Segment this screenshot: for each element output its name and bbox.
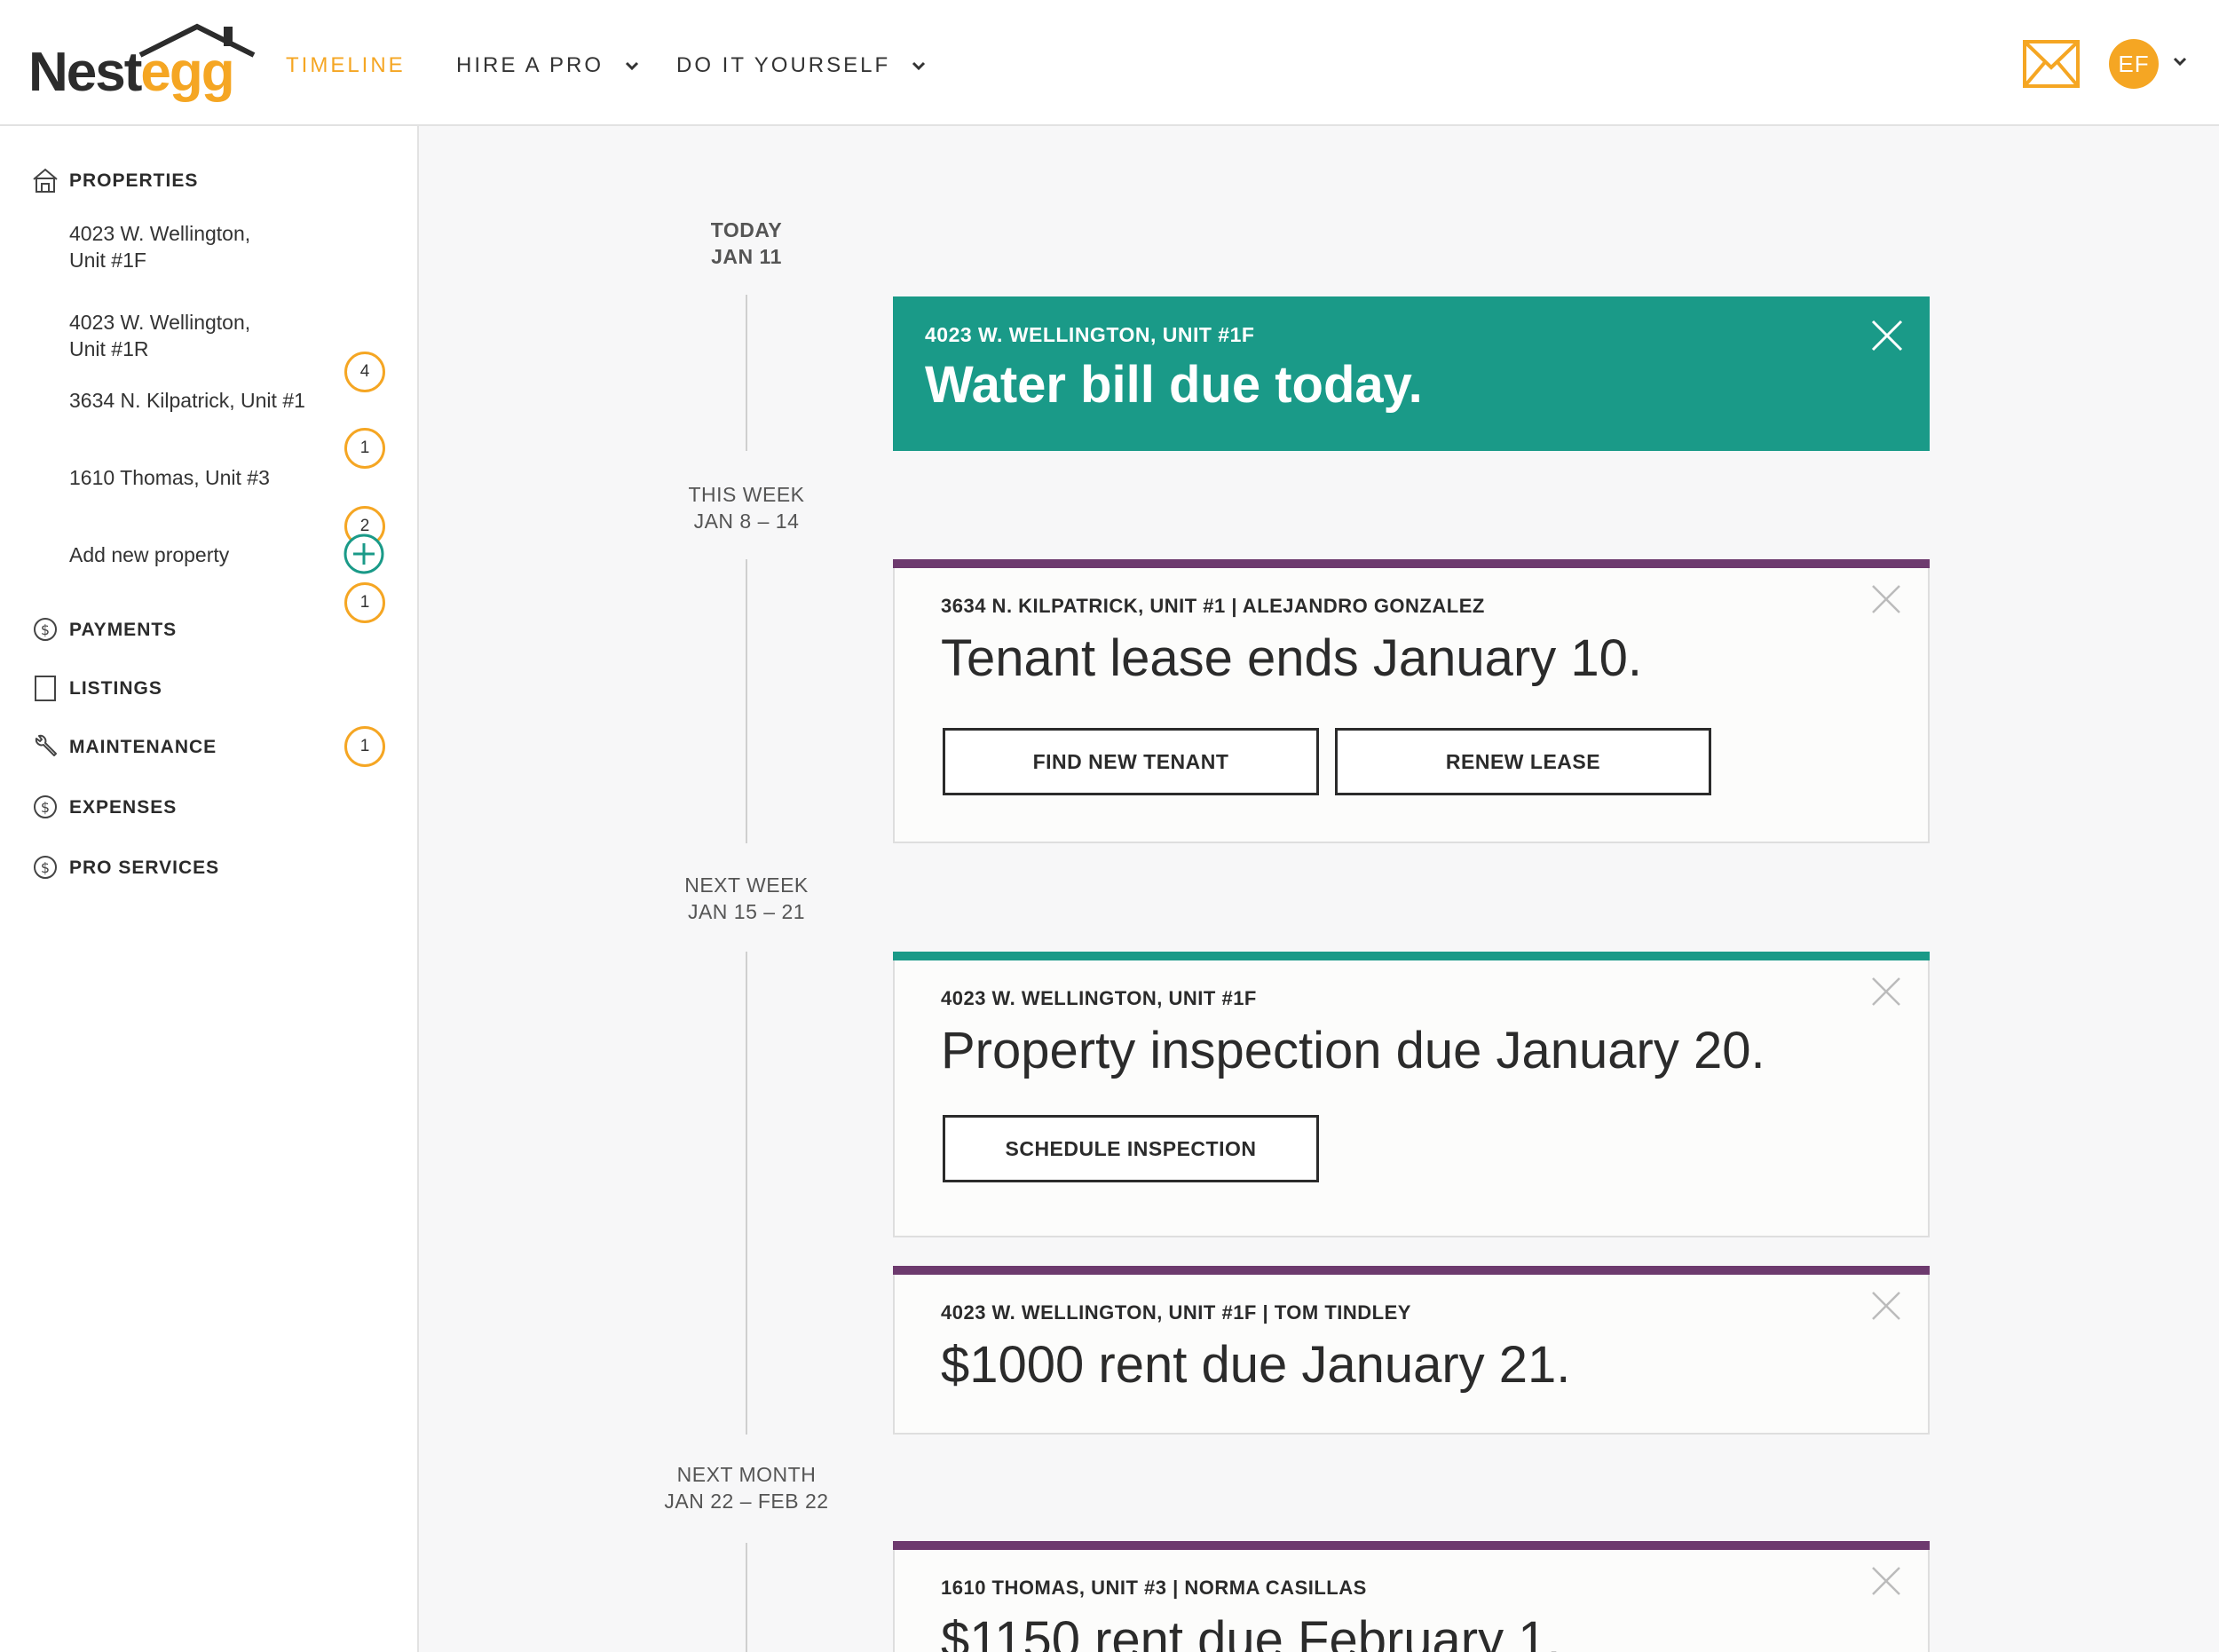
timeline-range: JAN 11: [711, 245, 782, 268]
card-property-meta: 4023 W. WELLINGTON, UNIT #1F: [925, 323, 1255, 346]
add-circle-icon[interactable]: [343, 533, 385, 575]
svg-text:$: $: [41, 859, 50, 876]
dollar-circle-icon: $: [34, 856, 57, 879]
timeline-period: NEXT WEEK: [684, 873, 809, 897]
sidebar-properties[interactable]: PROPERTIES: [32, 163, 405, 199]
dollar-circle-icon: $: [34, 795, 57, 818]
close-icon[interactable]: [1871, 1291, 1901, 1321]
water-bill-alert-card: 4023 W. WELLINGTON, UNIT #1F Water bill …: [893, 296, 1930, 451]
sidebar-maintenance-label: MAINTENANCE: [69, 737, 217, 757]
card-accent-bar: [893, 1541, 1930, 1550]
maintenance-count-badge: 1: [344, 726, 385, 767]
sidebar-property-item[interactable]: 4023 W. Wellington, Unit #1R: [69, 309, 389, 362]
timeline-period: NEXT MONTH: [676, 1463, 817, 1486]
nav-do-it-yourself-label: DO IT YOURSELF: [676, 53, 891, 77]
add-new-property-link[interactable]: Add new property: [69, 541, 389, 568]
rent-due-card: 1610 THOMAS, UNIT #3 | NORMA CASILLAS $1…: [893, 1541, 1930, 1652]
add-new-property-label: Add new property: [69, 543, 230, 566]
card-property-meta: 4023 W. WELLINGTON, UNIT #1F: [941, 987, 1257, 1009]
timeline-range: JAN 22 – FEB 22: [664, 1490, 829, 1513]
timeline-range: JAN 8 – 14: [693, 510, 800, 533]
close-icon[interactable]: [1871, 584, 1901, 614]
nav-timeline[interactable]: TIMELINE: [286, 53, 406, 78]
top-header: Nestegg TIMELINE HIRE A PRO DO IT YOURSE…: [0, 0, 2219, 126]
sidebar-property-item[interactable]: 1610 Thomas, Unit #3: [69, 464, 389, 491]
nav-do-it-yourself[interactable]: DO IT YOURSELF: [676, 53, 926, 78]
timeline-period: TODAY: [710, 218, 783, 241]
timeline-today-label: TODAY JAN 11: [622, 217, 871, 270]
logo-wordmark: Nestegg: [28, 42, 235, 103]
card-title: Water bill due today.: [925, 356, 1423, 414]
dollar-circle-icon: $: [34, 618, 57, 641]
card-title: $1150 rent due February 1.: [941, 1611, 1561, 1652]
sidebar-expenses[interactable]: $ EXPENSES: [32, 790, 405, 826]
find-new-tenant-button[interactable]: FIND NEW TENANT: [943, 728, 1319, 795]
sidebar-property-item[interactable]: 3634 N. Kilpatrick, Unit #1: [69, 387, 389, 414]
close-icon[interactable]: [1871, 1566, 1901, 1596]
property-unit: Unit #1R: [69, 337, 149, 360]
chevron-down-icon: [912, 61, 925, 70]
property-name: 4023 W. Wellington,: [69, 311, 251, 334]
card-accent-bar: [893, 1266, 1930, 1275]
chevron-down-icon: [625, 61, 638, 70]
sidebar-listings-label: LISTINGS: [69, 678, 162, 699]
timeline-line: [746, 295, 747, 451]
listing-page-icon: [35, 676, 56, 701]
mail-icon[interactable]: [2022, 39, 2081, 89]
timeline-line: [746, 559, 747, 843]
card-property-meta: 1610 THOMAS, UNIT #3 | NORMA CASILLAS: [941, 1577, 1367, 1599]
sidebar-payments[interactable]: $ PAYMENTS: [32, 613, 405, 648]
renew-lease-button[interactable]: RENEW LEASE: [1335, 728, 1711, 795]
timeline-period: THIS WEEK: [688, 483, 805, 506]
card-accent-bar: [893, 559, 1930, 568]
property-inspection-card: 4023 W. WELLINGTON, UNIT #1F Property in…: [893, 952, 1930, 1237]
sidebar-expenses-label: EXPENSES: [69, 797, 178, 818]
sidebar-payments-label: PAYMENTS: [69, 620, 178, 640]
timeline-line: [746, 952, 747, 1435]
property-name: 1610 Thomas, Unit #3: [69, 466, 270, 489]
house-icon: [33, 168, 58, 193]
sidebar-properties-label: PROPERTIES: [69, 170, 199, 191]
card-title: Tenant lease ends January 10.: [941, 629, 1642, 687]
card-title: $1000 rent due January 21.: [941, 1336, 1571, 1394]
property-name: 4023 W. Wellington,: [69, 222, 251, 245]
card-title: Property inspection due January 20.: [941, 1022, 1765, 1079]
card-property-meta: 3634 N. KILPATRICK, UNIT #1 | ALEJANDRO …: [941, 595, 1485, 617]
property-name: 3634 N. Kilpatrick, Unit #1: [69, 389, 305, 412]
chevron-down-icon[interactable]: [2173, 57, 2187, 66]
svg-text:$: $: [41, 799, 50, 816]
nav-hire-a-pro[interactable]: HIRE A PRO: [456, 53, 639, 78]
schedule-inspection-button[interactable]: SCHEDULE INSPECTION: [943, 1115, 1319, 1182]
lease-ending-card: 3634 N. KILPATRICK, UNIT #1 | ALEJANDRO …: [893, 559, 1930, 843]
close-icon[interactable]: [1871, 976, 1901, 1007]
close-icon[interactable]: [1871, 320, 1903, 352]
user-avatar[interactable]: EF: [2109, 39, 2159, 89]
timeline-line: [746, 1543, 747, 1652]
property-count-badge: 1: [344, 428, 385, 469]
svg-text:$: $: [41, 621, 50, 638]
wrench-icon: [35, 734, 57, 756]
sidebar-listings[interactable]: LISTINGS: [32, 671, 405, 707]
sidebar-property-item[interactable]: 4023 W. Wellington, Unit #1F: [69, 220, 389, 273]
sidebar-pro-services-label: PRO SERVICES: [69, 858, 220, 878]
card-accent-bar: [893, 952, 1930, 960]
nav-hire-a-pro-label: HIRE A PRO: [456, 53, 604, 77]
property-unit: Unit #1F: [69, 249, 146, 272]
timeline-next-month-label: NEXT MONTH JAN 22 – FEB 22: [622, 1461, 871, 1514]
timeline-this-week-label: THIS WEEK JAN 8 – 14: [622, 481, 871, 534]
timeline-next-week-label: NEXT WEEK JAN 15 – 21: [622, 872, 871, 925]
sidebar: PROPERTIES 4023 W. Wellington, Unit #1F …: [0, 126, 419, 1652]
sidebar-pro-services[interactable]: $ PRO SERVICES: [32, 850, 405, 886]
card-property-meta: 4023 W. WELLINGTON, UNIT #1F | TOM TINDL…: [941, 1301, 1411, 1324]
rent-due-card: 4023 W. WELLINGTON, UNIT #1F | TOM TINDL…: [893, 1266, 1930, 1435]
nav-timeline-label: TIMELINE: [286, 53, 406, 77]
timeline-range: JAN 15 – 21: [687, 900, 806, 923]
